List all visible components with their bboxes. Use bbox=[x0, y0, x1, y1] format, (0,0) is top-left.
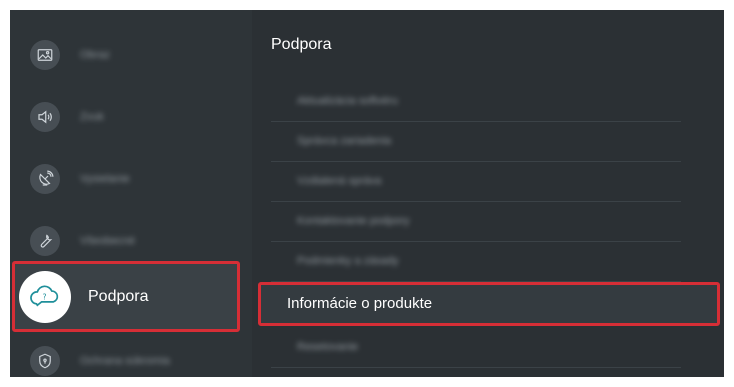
list-item-label: Správca zariadenia bbox=[297, 135, 392, 147]
menu-label: Vysielanie bbox=[80, 173, 130, 185]
svg-text:?: ? bbox=[42, 292, 46, 301]
menu-label: Obraz bbox=[80, 49, 110, 61]
support-submenu: Podpora Aktualizácia softvéru Správca za… bbox=[252, 10, 724, 377]
menu-label: Ochrana súkromia bbox=[80, 355, 170, 367]
menu-item-picture[interactable]: Obraz bbox=[10, 24, 252, 86]
sound-icon bbox=[30, 102, 60, 132]
wrench-icon bbox=[30, 226, 60, 256]
list-item-label: Kontaktovanie podpory bbox=[297, 215, 410, 227]
menu-item-privacy[interactable]: Ochrana súkromia bbox=[10, 330, 252, 377]
menu-item-support[interactable]: ? Podpora bbox=[12, 261, 240, 332]
menu-label: Podpora bbox=[88, 287, 149, 305]
list-item-label: Resetovanie bbox=[297, 341, 359, 353]
list-item-terms-policy[interactable]: Podmienky a zásady bbox=[271, 242, 681, 282]
menu-item-sound[interactable]: Zvuk bbox=[10, 86, 252, 148]
list-item-label: Vzdialená správa bbox=[297, 175, 382, 187]
list-item-software-update[interactable]: Aktualizácia softvéru bbox=[271, 82, 681, 122]
privacy-shield-icon bbox=[30, 346, 60, 376]
list-item-remote-support[interactable]: Vzdialená správa bbox=[271, 162, 681, 202]
menu-item-broadcast[interactable]: Vysielanie bbox=[10, 148, 252, 210]
list-item-label: Podmienky a zásady bbox=[297, 255, 399, 267]
panel-title: Podpora bbox=[271, 36, 332, 53]
list-item-device-care[interactable]: Správca zariadenia bbox=[271, 122, 681, 162]
menu-label: Zvuk bbox=[80, 111, 104, 123]
list-item-label: Informácie o produkte bbox=[287, 295, 433, 312]
list-item-product-info[interactable]: Informácie o produkte bbox=[258, 282, 720, 326]
broadcast-icon bbox=[30, 164, 60, 194]
list-item-reset[interactable]: Resetovanie bbox=[271, 328, 681, 368]
picture-icon bbox=[30, 40, 60, 70]
support-cloud-icon: ? bbox=[19, 270, 71, 323]
settings-category-menu: Obraz Zvuk Vysielanie Všeobecné ? Podpor… bbox=[10, 10, 252, 377]
tv-settings-screen: Obraz Zvuk Vysielanie Všeobecné ? Podpor… bbox=[10, 10, 724, 377]
menu-label: Všeobecné bbox=[80, 235, 136, 247]
list-item-contact-support[interactable]: Kontaktovanie podpory bbox=[271, 202, 681, 242]
list-item-label: Aktualizácia softvéru bbox=[297, 95, 398, 107]
